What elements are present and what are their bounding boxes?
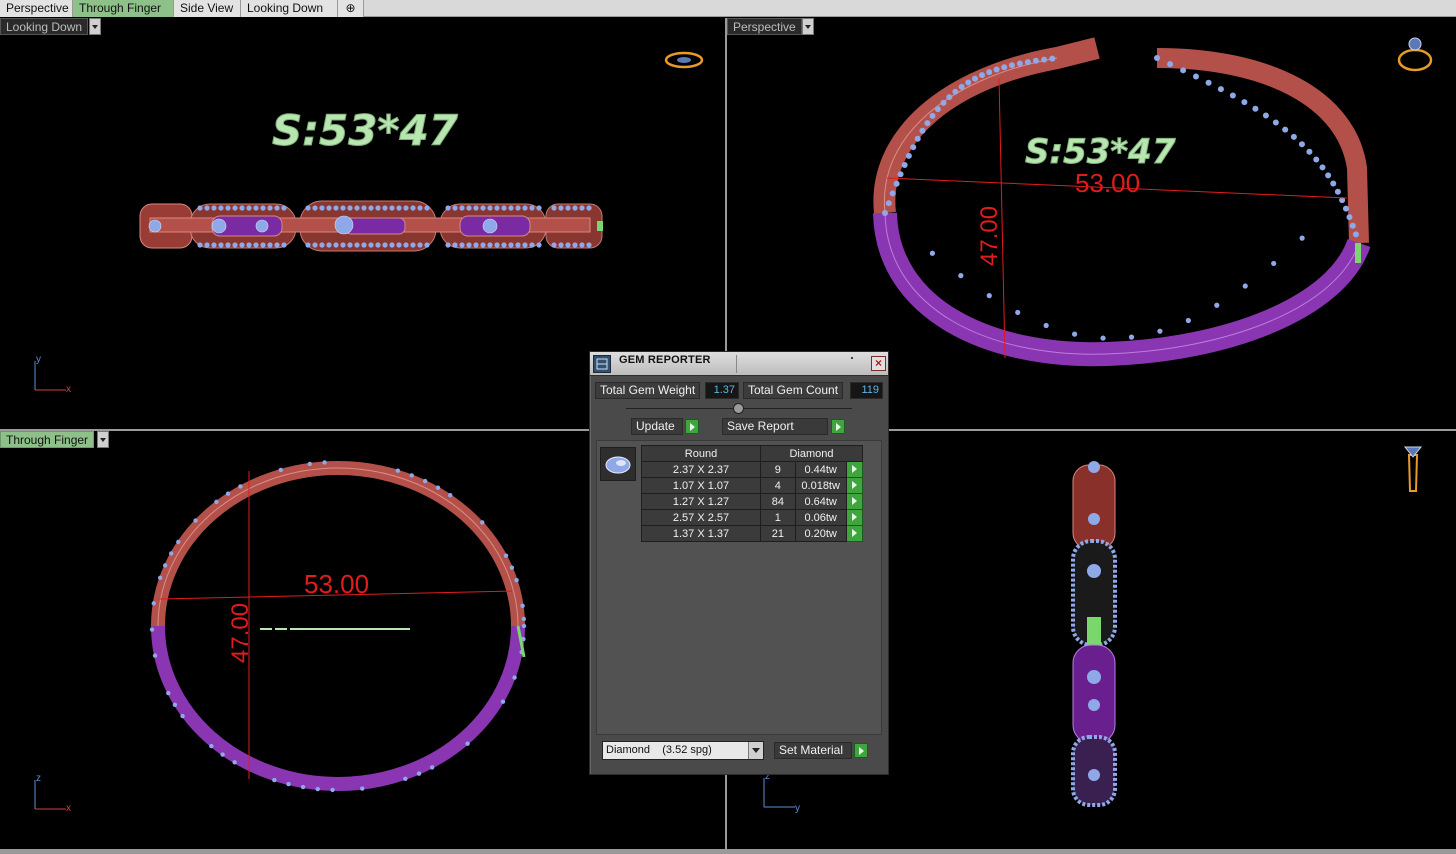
set-material-go-button[interactable] [854, 743, 868, 758]
gem-table-header: Round Diamond [642, 446, 863, 462]
axis-label-x: x [66, 384, 71, 395]
gem-weight: 0.06tw [795, 510, 846, 526]
gem-weight: 0.64tw [795, 494, 846, 510]
gem-count: 21 [761, 526, 796, 542]
header-material: Diamond [761, 446, 863, 462]
tab-side-view[interactable]: Side View [174, 0, 241, 17]
tab-perspective[interactable]: Perspective [0, 0, 73, 17]
set-material-button[interactable]: Set Material [774, 742, 852, 759]
round-gem-icon[interactable] [600, 447, 636, 481]
total-gem-count-value: 119 [850, 382, 883, 399]
material-select[interactable]: Diamond (3.52 spg) [602, 741, 764, 760]
pin-icon [851, 357, 853, 359]
gem-list-panel: Round Diamond 2.37 X 2.37 9 0.44tw 1.07 … [596, 440, 882, 735]
gem-size: 1.27 X 1.27 [642, 494, 761, 510]
table-row[interactable]: 2.57 X 2.57 1 0.06tw [642, 510, 863, 526]
table-row[interactable]: 1.37 X 1.37 21 0.20tw [642, 526, 863, 542]
total-gem-count-label: Total Gem Count [743, 382, 843, 399]
gem-count: 1 [761, 510, 796, 526]
update-button[interactable]: Update [631, 418, 683, 435]
save-report-go-button[interactable] [831, 419, 845, 434]
dialog-title: GEM REPORTER [619, 354, 711, 366]
table-row[interactable]: 1.07 X 1.07 4 0.018tw [642, 478, 863, 494]
ring-view-gizmo-icon[interactable] [662, 48, 706, 72]
header-shape: Round [642, 446, 761, 462]
row-go-button[interactable] [846, 510, 862, 526]
total-gem-weight-label: Total Gem Weight [595, 382, 700, 399]
ring-side-gizmo-icon[interactable] [1399, 441, 1427, 495]
row-go-button[interactable] [846, 478, 862, 494]
gem-reporter-dialog: GEM REPORTER × Total Gem Weight 1.37 Tot… [589, 351, 889, 775]
save-report-button[interactable]: Save Report [722, 418, 828, 435]
gem-reporter-icon [593, 355, 611, 373]
axis-label-z: z [36, 773, 41, 784]
gem-size: 2.37 X 2.37 [642, 462, 761, 478]
gem-table: Round Diamond 2.37 X 2.37 9 0.44tw 1.07 … [641, 445, 863, 542]
gem-weight: 0.44tw [795, 462, 846, 478]
gem-size: 1.07 X 1.07 [642, 478, 761, 494]
width-dimension-through-finger: 53.00 [304, 569, 369, 599]
width-dimension-perspective: 53.00 [1075, 168, 1140, 198]
gem-weight: 0.018tw [795, 478, 846, 494]
axis-label-x-bottom: x [66, 803, 71, 814]
close-icon[interactable]: × [871, 356, 886, 371]
ring-perspective-gizmo-icon[interactable] [1393, 34, 1437, 74]
tab-through-finger[interactable]: Through Finger [73, 0, 174, 17]
collapse-handle[interactable] [733, 403, 744, 414]
add-tab-button[interactable]: ⊕ [338, 0, 364, 17]
gem-size: 1.37 X 1.37 [642, 526, 761, 542]
material-select-value: Diamond (3.52 spg) [606, 744, 712, 756]
status-bar [0, 849, 1456, 854]
axis-label-y-side: y [795, 803, 800, 814]
tab-looking-down[interactable]: Looking Down [241, 0, 338, 17]
gem-count: 4 [761, 478, 796, 494]
row-go-button[interactable] [846, 526, 862, 542]
plus-icon: ⊕ [345, 1, 355, 15]
engraving-text-perspective: S:53*47 [1025, 132, 1176, 172]
height-dimension-perspective: 47.00 [976, 206, 1003, 266]
table-row[interactable]: 2.37 X 2.37 9 0.44tw [642, 462, 863, 478]
height-dimension-through-finger: 47.00 [227, 603, 254, 663]
row-go-button[interactable] [846, 462, 862, 478]
gem-count: 9 [761, 462, 796, 478]
update-go-button[interactable] [685, 419, 699, 434]
engraving-text-top-left: S:53*47 [272, 106, 459, 155]
row-go-button[interactable] [846, 494, 862, 510]
total-gem-weight-value: 1.37 [705, 382, 739, 399]
axis-label-y: y [36, 354, 41, 365]
chevron-down-icon[interactable] [748, 742, 763, 759]
title-separator [736, 355, 737, 373]
gem-count: 84 [761, 494, 796, 510]
view-tab-bar: Perspective Through Finger Side View Loo… [0, 0, 1456, 17]
gem-size: 2.57 X 2.57 [642, 510, 761, 526]
gem-weight: 0.20tw [795, 526, 846, 542]
table-row[interactable]: 1.27 X 1.27 84 0.64tw [642, 494, 863, 510]
dialog-titlebar[interactable]: GEM REPORTER × [590, 352, 888, 376]
